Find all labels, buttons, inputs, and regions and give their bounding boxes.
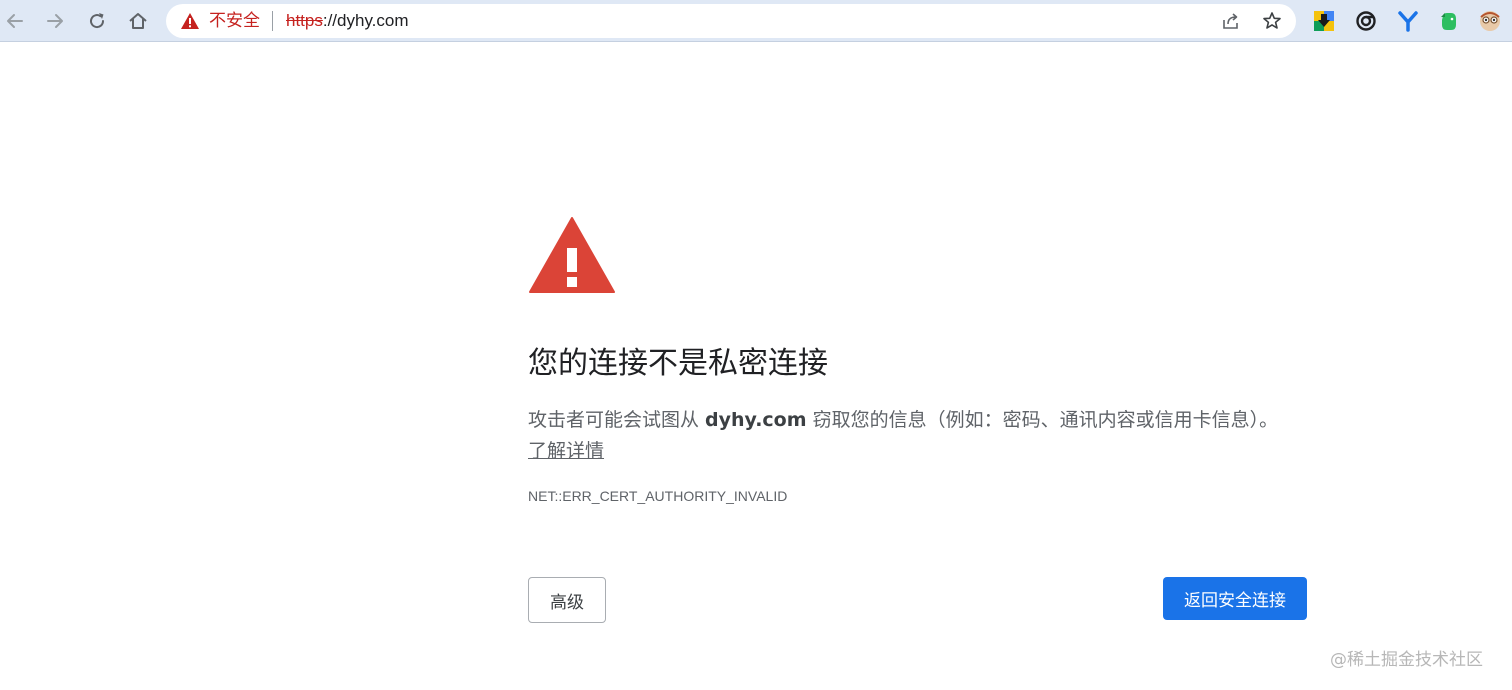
bookmark-button[interactable] bbox=[1259, 8, 1285, 34]
back-to-safety-button[interactable]: 返回安全连接 bbox=[1163, 577, 1307, 620]
home-button[interactable] bbox=[123, 6, 153, 36]
avatar-extension-button[interactable] bbox=[1477, 8, 1503, 34]
back-button[interactable] bbox=[0, 6, 30, 36]
star-icon bbox=[1263, 12, 1281, 29]
learn-more-link[interactable]: 了解详情 bbox=[528, 437, 604, 465]
reload-button[interactable] bbox=[82, 6, 112, 36]
separator bbox=[272, 11, 273, 31]
advanced-button[interactable]: 高级 bbox=[528, 577, 606, 623]
url-text[interactable]: https://dyhy.com bbox=[286, 10, 409, 32]
not-secure-label[interactable]: 不安全 bbox=[209, 10, 260, 32]
share-icon bbox=[1223, 13, 1238, 29]
description: 攻击者可能会试图从 dyhy.com 窃取您的信息（例如：密码、通讯内容或信用卡… bbox=[528, 405, 1308, 435]
spiral-extension-button[interactable] bbox=[1353, 8, 1379, 34]
reload-icon bbox=[90, 13, 105, 29]
description-prefix: 攻击者可能会试图从 bbox=[528, 409, 706, 431]
avatar-extension-icon bbox=[1480, 11, 1500, 31]
warning-triangle-icon bbox=[529, 217, 615, 293]
browser-toolbar: 不安全 https://dyhy.com bbox=[0, 0, 1512, 42]
warning-triangle-icon bbox=[181, 13, 199, 29]
url-host: ://dyhy.com bbox=[322, 11, 409, 30]
page-title: 您的连接不是私密连接 bbox=[528, 346, 828, 381]
share-button[interactable] bbox=[1218, 8, 1244, 34]
y-extension-icon bbox=[1398, 11, 1418, 32]
description-suffix: 窃取您的信息（例如：密码、通讯内容或信用卡信息）。 bbox=[806, 409, 1279, 431]
forward-button[interactable] bbox=[40, 6, 70, 36]
spiral-extension-icon bbox=[1356, 11, 1376, 31]
description-host: dyhy.com bbox=[705, 409, 807, 431]
error-code: NET::ERR_CERT_AUTHORITY_INVALID bbox=[528, 488, 788, 504]
address-bar[interactable]: 不安全 https://dyhy.com bbox=[166, 4, 1296, 38]
back-arrow-icon bbox=[7, 14, 23, 28]
evernote-extension-button[interactable] bbox=[1436, 8, 1462, 34]
y-extension-button[interactable] bbox=[1395, 8, 1421, 34]
download-extension-icon bbox=[1314, 11, 1334, 31]
home-icon bbox=[129, 13, 147, 29]
watermark: @稀土掘金技术社区 bbox=[1330, 650, 1483, 670]
download-extension-button[interactable] bbox=[1311, 8, 1337, 34]
url-scheme: https bbox=[286, 11, 323, 30]
evernote-icon bbox=[1441, 13, 1456, 30]
forward-arrow-icon bbox=[47, 14, 63, 28]
